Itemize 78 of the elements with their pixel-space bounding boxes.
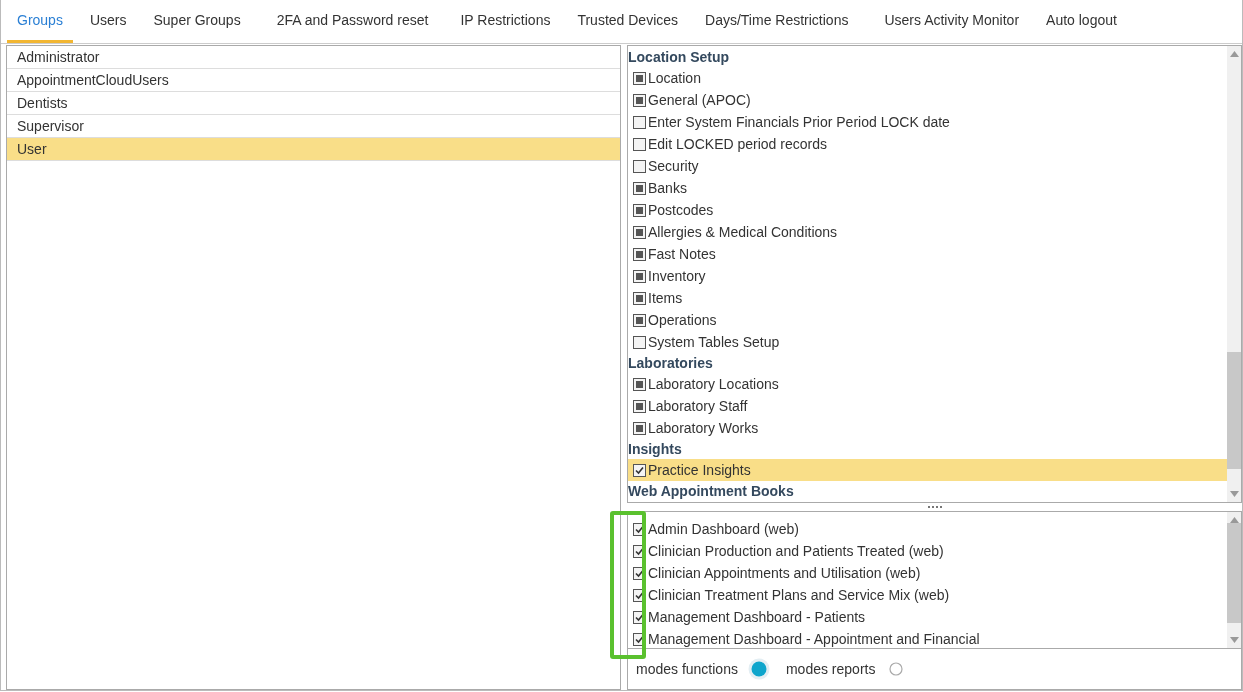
permission-label: Practice Insights (648, 462, 751, 478)
permission-label: Management Dashboard - Appointment and Financial (648, 631, 980, 647)
permission-row[interactable]: Laboratory Locations (628, 373, 1227, 395)
partial-checkbox[interactable] (633, 377, 646, 391)
checkbox[interactable] (633, 137, 646, 151)
tab[interactable]: Users Activity Monitor (874, 0, 1030, 43)
partial-checkbox[interactable] (633, 181, 646, 195)
checkbox[interactable] (633, 335, 646, 349)
permission-row[interactable]: Practice Insights (628, 459, 1227, 481)
checked-checkbox[interactable] (633, 463, 646, 477)
section-header: Laboratories (628, 354, 714, 373)
permission-label: Banks (648, 180, 687, 196)
permission-label: Admin Dashboard (web) (648, 521, 799, 537)
group-item[interactable]: Administrator (7, 46, 620, 69)
checkbox[interactable] (633, 159, 646, 173)
permission-label: Inventory (648, 268, 706, 284)
permission-row[interactable]: Location (628, 67, 1227, 89)
partial-checkbox[interactable] (633, 421, 646, 435)
group-item[interactable]: User (7, 138, 620, 161)
tab[interactable]: Days/Time Restrictions (695, 0, 859, 43)
tab[interactable]: Trusted Devices (567, 0, 689, 43)
permission-label: Location (648, 70, 701, 86)
splitter-handle-icon[interactable] (927, 506, 942, 508)
permission-row[interactable]: General (APOC) (628, 89, 1227, 111)
permission-row[interactable]: Postcodes (628, 199, 1227, 221)
permission-label: Operations (648, 312, 717, 328)
section-header: Web Appointment Books (628, 482, 795, 501)
tab[interactable]: Auto logout (1036, 0, 1127, 43)
group-item[interactable]: AppointmentCloudUsers (7, 69, 620, 92)
checkbox[interactable] (633, 115, 646, 129)
permission-row[interactable]: Items (628, 287, 1227, 309)
tab[interactable]: Users (79, 0, 137, 43)
permission-label: Laboratory Staff (648, 398, 748, 414)
partial-checkbox[interactable] (633, 291, 646, 305)
permission-label: Postcodes (648, 202, 714, 218)
permission-label: Allergies & Medical Conditions (648, 224, 838, 240)
tab[interactable]: Groups (7, 0, 73, 43)
permission-row[interactable]: Security (628, 155, 1227, 177)
tab[interactable]: IP Restrictions (450, 0, 561, 43)
group-item[interactable]: Dentists (7, 92, 620, 115)
permission-label: Fast Notes (648, 246, 716, 262)
partial-checkbox[interactable] (633, 225, 646, 239)
permission-row[interactable]: Inventory (628, 265, 1227, 287)
permission-row[interactable]: System Tables Setup (628, 331, 1227, 353)
tab[interactable]: Super Groups (143, 0, 251, 43)
permission-label: Edit LOCKED period records (648, 136, 827, 152)
radio-button[interactable] (747, 658, 770, 680)
permission-row[interactable]: Allergies & Medical Conditions (628, 221, 1227, 243)
permission-row[interactable]: Fast Notes (628, 243, 1227, 265)
permission-label: Management Dashboard - Patients (648, 609, 866, 625)
permission-label: Items (648, 290, 683, 306)
permission-label: Laboratory Locations (648, 376, 779, 392)
permission-row[interactable]: Edit LOCKED period records (628, 133, 1227, 155)
permission-row[interactable]: Enter System Financials Prior Period LOCK date (628, 111, 1227, 133)
permission-label: Laboratory Works (648, 420, 759, 436)
permission-label: Security (648, 158, 699, 174)
permission-row[interactable]: Operations (628, 309, 1227, 331)
partial-checkbox[interactable] (633, 71, 646, 85)
section-header: Insights (628, 440, 683, 459)
partial-checkbox[interactable] (633, 269, 646, 283)
permission-row[interactable]: Banks (628, 177, 1227, 199)
partial-checkbox[interactable] (633, 313, 646, 327)
permission-label: General (APOC) (648, 92, 751, 108)
permission-label: Enter System Financials Prior Period LOCK date (648, 114, 950, 130)
partial-checkbox[interactable] (633, 247, 646, 261)
radio-label: modes functions (636, 661, 738, 677)
partial-checkbox[interactable] (633, 93, 646, 107)
partial-checkbox[interactable] (633, 203, 646, 217)
partial-checkbox[interactable] (633, 399, 646, 413)
section-header: Location Setup (628, 48, 731, 67)
permission-label: System Tables Setup (648, 334, 780, 350)
permission-row[interactable]: Laboratory Staff (628, 395, 1227, 417)
permission-label: Clinician Production and Patients Treated (web) (648, 543, 944, 559)
radio-label: modes reports (785, 661, 876, 677)
permission-label: Clinician Appointments and Utilisation (web) (648, 565, 921, 581)
permission-label: Clinician Treatment Plans and Service Mix (web) (648, 587, 950, 603)
tab[interactable]: 2FA and Password reset (266, 0, 439, 43)
permission-row[interactable]: Laboratory Works (628, 417, 1227, 439)
